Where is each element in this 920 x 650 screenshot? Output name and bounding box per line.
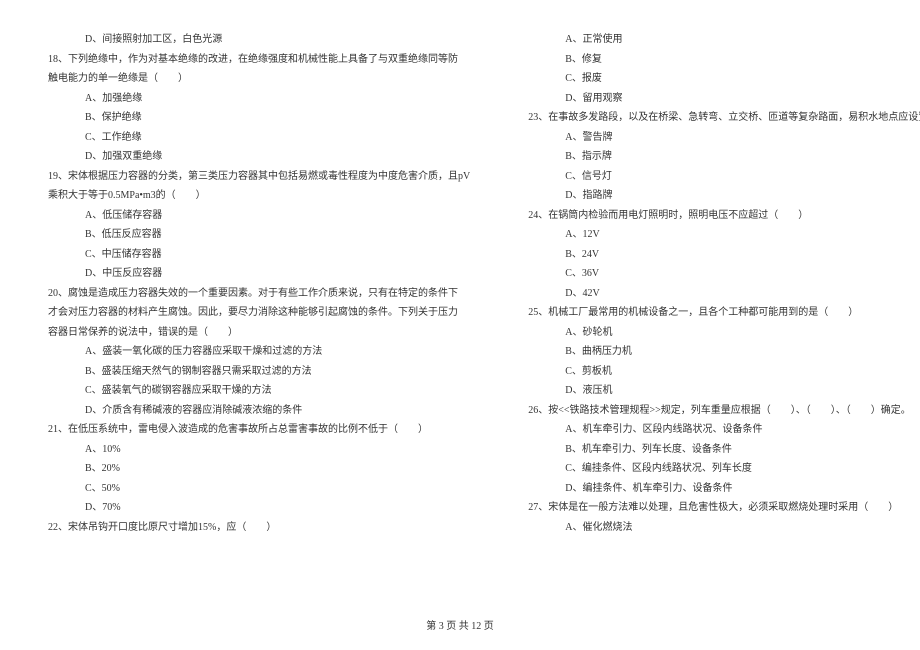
q19-option-c: C、中压储存容器 — [40, 245, 470, 265]
q21-option-b: B、20% — [40, 459, 470, 479]
q25-option-c: C、剪板机 — [520, 362, 920, 382]
q20-option-b: B、盛装压缩天然气的钢制容器只需采取过滤的方法 — [40, 362, 470, 382]
q19-text-line1: 19、宋体根据压力容器的分类，第三类压力容器其中包括易燃或毒性程度为中度危害介质… — [40, 167, 470, 187]
content-columns: D、间接照射加工区，白色光源 18、下列绝缘中，作为对基本绝缘的改进，在绝缘强度… — [40, 30, 880, 600]
left-column: D、间接照射加工区，白色光源 18、下列绝缘中，作为对基本绝缘的改进，在绝缘强度… — [40, 30, 470, 600]
q24-option-c: C、36V — [520, 264, 920, 284]
q22-option-d: D、留用观察 — [520, 89, 920, 109]
q18-text-line1: 18、下列绝缘中，作为对基本绝缘的改进，在绝缘强度和机械性能上具备了与双重绝缘同… — [40, 50, 470, 70]
q20-text-line1: 20、腐蚀是造成压力容器失效的一个重要因素。对于有些工作介质来说，只有在特定的条… — [40, 284, 470, 304]
q27-text: 27、宋体是在一般方法难以处理，且危害性极大，必须采取燃烧处理时采用（ ） — [520, 498, 920, 518]
q23-option-b: B、指示牌 — [520, 147, 920, 167]
q26-option-d: D、编挂条件、机车牵引力、设备条件 — [520, 479, 920, 499]
q23-option-d: D、指路牌 — [520, 186, 920, 206]
q20-text-line2: 才会对压力容器的材料产生腐蚀。因此，要尽力消除这种能够引起腐蚀的条件。下列关于压… — [40, 303, 470, 323]
q25-text: 25、机械工厂最常用的机械设备之一，且各个工种都可能用到的是（ ） — [520, 303, 920, 323]
q25-option-d: D、液压机 — [520, 381, 920, 401]
q21-text: 21、在低压系统中，雷电侵入波造成的危害事故所占总雷害事故的比例不低于（ ） — [40, 420, 470, 440]
q25-option-b: B、曲柄压力机 — [520, 342, 920, 362]
q21-option-d: D、70% — [40, 498, 470, 518]
q20-option-d: D、介质含有稀碱液的容器应消除碱液浓缩的条件 — [40, 401, 470, 421]
q26-option-a: A、机车牵引力、区段内线路状况、设备条件 — [520, 420, 920, 440]
q22-text: 22、宋体吊钩开口度比原尺寸增加15%，应（ ） — [40, 518, 470, 538]
q18-option-a: A、加强绝缘 — [40, 89, 470, 109]
q18-option-d: D、加强双重绝缘 — [40, 147, 470, 167]
q23-option-a: A、警告牌 — [520, 128, 920, 148]
q27-option-a: A、催化燃烧法 — [520, 518, 920, 538]
q24-option-d: D、42V — [520, 284, 920, 304]
q17-option-d: D、间接照射加工区，白色光源 — [40, 30, 470, 50]
q21-option-a: A、10% — [40, 440, 470, 460]
q20-option-a: A、盛装一氧化碳的压力容器应采取干燥和过滤的方法 — [40, 342, 470, 362]
q23-text: 23、在事故多发路段，以及在桥梁、急转弯、立交桥、匝道等复杂路面，易积水地点应设… — [520, 108, 920, 128]
q23-option-c: C、信号灯 — [520, 167, 920, 187]
right-column: A、正常使用 B、修复 C、报废 D、留用观察 23、在事故多发路段，以及在桥梁… — [520, 30, 920, 600]
q18-option-c: C、工作绝缘 — [40, 128, 470, 148]
q26-text: 26、按<<铁路技术管理规程>>规定，列车重量应根据（ ）、（ ）、（ ）确定。 — [520, 401, 920, 421]
q25-option-a: A、砂轮机 — [520, 323, 920, 343]
q20-option-c: C、盛装氧气的碳钢容器应采取干燥的方法 — [40, 381, 470, 401]
q18-text-line2: 触电能力的单一绝缘是（ ） — [40, 69, 470, 89]
q19-text-line2: 乘积大于等于0.5MPa•m3的（ ） — [40, 186, 470, 206]
q24-option-a: A、12V — [520, 225, 920, 245]
q24-option-b: B、24V — [520, 245, 920, 265]
q21-option-c: C、50% — [40, 479, 470, 499]
q22-option-c: C、报废 — [520, 69, 920, 89]
q26-option-b: B、机车牵引力、列车长度、设备条件 — [520, 440, 920, 460]
q22-option-a: A、正常使用 — [520, 30, 920, 50]
q26-option-c: C、编挂条件、区段内线路状况、列车长度 — [520, 459, 920, 479]
q18-option-b: B、保护绝缘 — [40, 108, 470, 128]
q19-option-b: B、低压反应容器 — [40, 225, 470, 245]
q19-option-a: A、低压储存容器 — [40, 206, 470, 226]
q20-text-line3: 容器日常保养的说法中，错误的是（ ） — [40, 323, 470, 343]
page-footer: 第 3 页 共 12 页 — [0, 617, 920, 632]
q24-text: 24、在锅筒内检验而用电灯照明时，照明电压不应超过（ ） — [520, 206, 920, 226]
q19-option-d: D、中压反应容器 — [40, 264, 470, 284]
q22-option-b: B、修复 — [520, 50, 920, 70]
